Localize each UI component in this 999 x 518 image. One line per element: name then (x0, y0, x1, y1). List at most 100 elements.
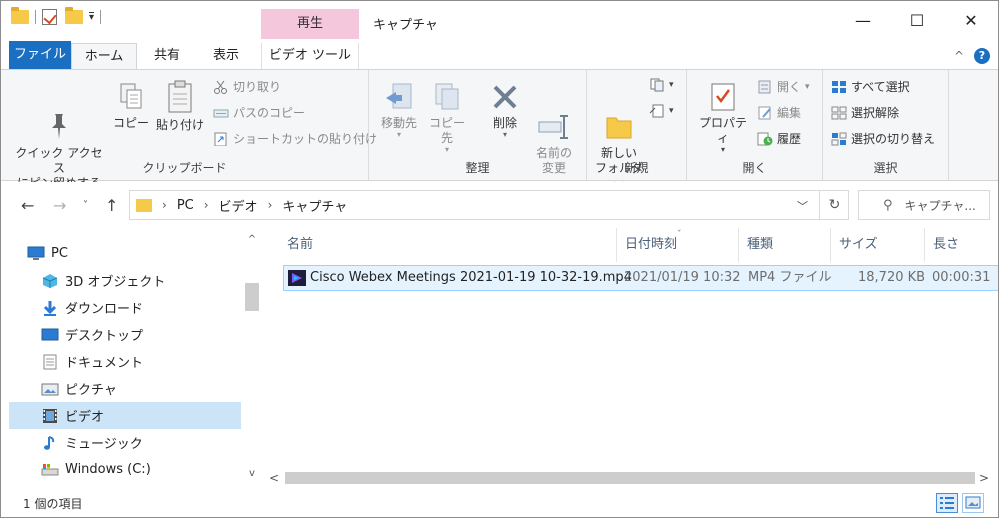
file-explorer-window: ▾ 再生 キャプチャ — ☐ ✕ ファイル ホーム 共有 表示 ビデオ ツール … (0, 0, 999, 518)
scroll-right-arrow-icon[interactable]: > (979, 471, 989, 485)
new-item-icon (649, 78, 665, 92)
rename-icon (537, 97, 571, 139)
quick-access-toolbar: ▾ (11, 7, 103, 25)
copy-path-label: パスのコピー (233, 106, 306, 120)
details-view-icon[interactable] (936, 493, 958, 513)
column-header-type[interactable]: 種類 (739, 228, 831, 262)
maximize-button[interactable]: ☐ (890, 1, 944, 39)
new-item-button[interactable]: ▾ (649, 78, 674, 92)
delete-icon (490, 82, 520, 112)
horizontal-scrollbar[interactable]: < > (263, 469, 998, 487)
column-header-length[interactable]: 長さ (925, 228, 998, 262)
up-arrow-icon[interactable]: ↑ (105, 196, 118, 215)
tab-share[interactable]: 共有 (147, 43, 187, 69)
easy-access-button[interactable]: ▾ (649, 104, 674, 118)
open-dropdown-icon: ▾ (805, 81, 810, 92)
invert-selection-button[interactable]: 選択の切り替え (831, 130, 935, 147)
nav-item-drive-c[interactable]: Windows (C:) (41, 456, 273, 483)
folder-icon[interactable] (11, 7, 29, 24)
breadcrumb-capture[interactable]: キャプチャ (282, 196, 347, 215)
breadcrumb-separator-icon[interactable]: › (204, 198, 209, 212)
tab-view[interactable]: 表示 (206, 43, 246, 69)
collapse-ribbon-icon[interactable]: ^ (954, 49, 964, 63)
3d-objects-icon (41, 273, 59, 289)
history-button[interactable]: 履歴 (757, 130, 801, 147)
back-arrow-icon[interactable]: ← (21, 196, 34, 215)
search-icon: ⚲ (883, 197, 893, 213)
large-icons-view-icon[interactable] (962, 493, 984, 513)
nav-item-downloads[interactable]: ダウンロード (41, 294, 273, 321)
tab-file[interactable]: ファイル (9, 41, 71, 69)
nav-item-videos[interactable]: ビデオ (9, 402, 241, 429)
forward-arrow-icon[interactable]: → (53, 196, 66, 215)
column-header-date[interactable]: 日付時刻 ˇ (617, 228, 739, 262)
copy-to-button[interactable]: コピー先 ▾ (425, 82, 469, 154)
address-dropdown-icon[interactable]: ﹀ (797, 198, 808, 214)
nav-item-3d-objects[interactable]: 3D オブジェクト (41, 267, 273, 294)
file-row[interactable]: Cisco Webex Meetings 2021-01-19 10-32-19… (283, 265, 998, 291)
breadcrumb-separator-icon[interactable]: › (268, 198, 273, 212)
history-label: 履歴 (777, 132, 802, 146)
copy-icon (118, 82, 144, 112)
scrollbar-thumb[interactable] (245, 283, 259, 311)
select-none-button[interactable]: 選択解除 (831, 104, 899, 121)
open-icon (757, 80, 773, 94)
tab-home[interactable]: ホーム (71, 43, 137, 70)
properties-icon (709, 82, 737, 112)
nav-item-music[interactable]: ミュージック (41, 429, 273, 456)
scroll-left-arrow-icon[interactable]: < (269, 471, 279, 485)
properties-label: プロパティ (698, 116, 747, 145)
copy-path-button[interactable]: パスのコピー (213, 104, 305, 121)
breadcrumb-separator-icon[interactable]: › (162, 198, 167, 212)
file-size: 18,720 KB (858, 270, 926, 285)
cut-label: 切り取り (233, 80, 282, 94)
nav-item-documents[interactable]: ドキュメント (41, 348, 273, 375)
download-icon (41, 300, 59, 316)
search-box[interactable]: ⚲ キャプチャ... (858, 190, 990, 220)
select-none-label: 選択解除 (851, 106, 900, 120)
desktop-icon (41, 327, 59, 343)
clipboard-group: クイック アクセス にピン留めする コピー 貼り付け 切り取り (1, 70, 377, 190)
open-button[interactable]: 開く ▾ (757, 78, 810, 95)
properties-icon[interactable] (42, 9, 57, 25)
column-header-size[interactable]: サイズ (831, 228, 925, 262)
properties-button[interactable]: プロパティ ▾ (695, 82, 751, 154)
nav-item-label: Windows (C:) (65, 462, 151, 477)
recent-locations-icon[interactable]: ˅ (83, 200, 88, 211)
nav-item-pc[interactable]: PC (27, 240, 259, 267)
refresh-icon[interactable]: ↻ (819, 190, 849, 220)
window-controls: — ☐ ✕ (836, 1, 998, 39)
nav-item-label: ビデオ (65, 410, 105, 425)
scroll-down-arrow-icon[interactable]: v (243, 468, 261, 479)
edit-button[interactable]: 編集 (757, 104, 801, 121)
document-icon (41, 354, 59, 370)
history-icon (757, 132, 773, 146)
column-header-name[interactable]: 名前 (279, 228, 617, 262)
tab-video-tools[interactable]: ビデオ ツール (261, 43, 359, 69)
separator (35, 10, 36, 24)
cut-button[interactable]: 切り取り (213, 78, 281, 95)
select-group-label: 選択 (873, 161, 898, 175)
minimize-button[interactable]: — (836, 1, 890, 39)
breadcrumb-pc[interactable]: PC (177, 198, 194, 213)
breadcrumb-videos[interactable]: ビデオ (219, 196, 258, 215)
move-to-button[interactable]: 移動先 ▾ (377, 82, 421, 139)
address-bar[interactable]: › PC › ビデオ › キャプチャ ﹀ (129, 190, 849, 220)
scrollbar-thumb[interactable] (285, 472, 975, 484)
paste-shortcut-button[interactable]: ショートカットの貼り付け (213, 130, 377, 147)
new-folder-icon (604, 97, 634, 139)
file-list-pane: 名前 日付時刻 ˇ 種類 サイズ 長さ Cisco Webex Meetings… (263, 228, 998, 488)
customize-toolbar-icon[interactable]: ▾ (89, 12, 95, 23)
paste-button[interactable]: 貼り付け (153, 80, 207, 133)
delete-button[interactable]: 削除 ▾ (485, 82, 525, 139)
select-all-icon (831, 80, 847, 94)
copy-button[interactable]: コピー (111, 82, 151, 131)
nav-item-pictures[interactable]: ピクチャ (41, 375, 273, 402)
nav-pane-scrollbar[interactable]: ^ v (243, 228, 261, 488)
scroll-up-arrow-icon[interactable]: ^ (243, 234, 261, 245)
new-folder-icon[interactable] (65, 7, 83, 24)
nav-item-desktop[interactable]: デスクトップ (41, 321, 273, 348)
select-all-button[interactable]: すべて選択 (831, 78, 910, 95)
close-button[interactable]: ✕ (944, 1, 998, 39)
help-icon[interactable]: ? (974, 48, 990, 64)
